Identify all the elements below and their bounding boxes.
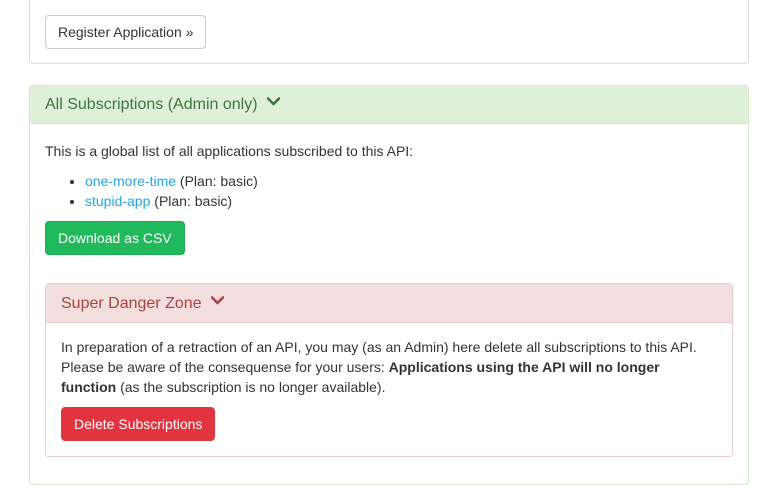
all-subscriptions-body: This is a global list of all application… [30,124,748,255]
subscription-link-stupid-app[interactable]: stupid-app [85,193,150,209]
danger-text-after: (as the subscription is no longer availa… [116,379,386,395]
chevron-down-icon [210,281,225,320]
delete-subscriptions-button[interactable]: Delete Subscriptions [61,407,216,441]
list-item: one-more-time (Plan: basic) [85,171,733,191]
super-danger-zone-title: Super Danger Zone [61,295,202,312]
super-danger-zone-heading[interactable]: Super Danger Zone [46,284,732,323]
register-application-button[interactable]: Register Application » [45,15,207,49]
subscriptions-list: one-more-time (Plan: basic) stupid-app (… [45,171,733,211]
all-subscriptions-title: All Subscriptions (Admin only) [45,96,258,114]
download-csv-button[interactable]: Download as CSV [45,221,185,255]
subscription-link-one-more-time[interactable]: one-more-time [85,173,176,189]
chevron-down-icon [266,83,281,121]
list-item: stupid-app (Plan: basic) [85,191,733,211]
all-subscriptions-heading[interactable]: All Subscriptions (Admin only) [30,86,748,124]
super-danger-zone-body: In preparation of a retraction of an API… [46,323,732,441]
super-danger-zone-panel: Super Danger Zone In preparation of a re… [45,283,733,457]
applications-panel: Register Application » [29,0,749,64]
danger-warning-text: In preparation of a retraction of an API… [61,337,717,397]
subscription-plan: (Plan: basic) [179,173,258,189]
subscriptions-intro: This is a global list of all application… [45,143,414,159]
all-subscriptions-panel: All Subscriptions (Admin only) This is a… [29,85,749,485]
subscription-plan: (Plan: basic) [154,193,233,209]
